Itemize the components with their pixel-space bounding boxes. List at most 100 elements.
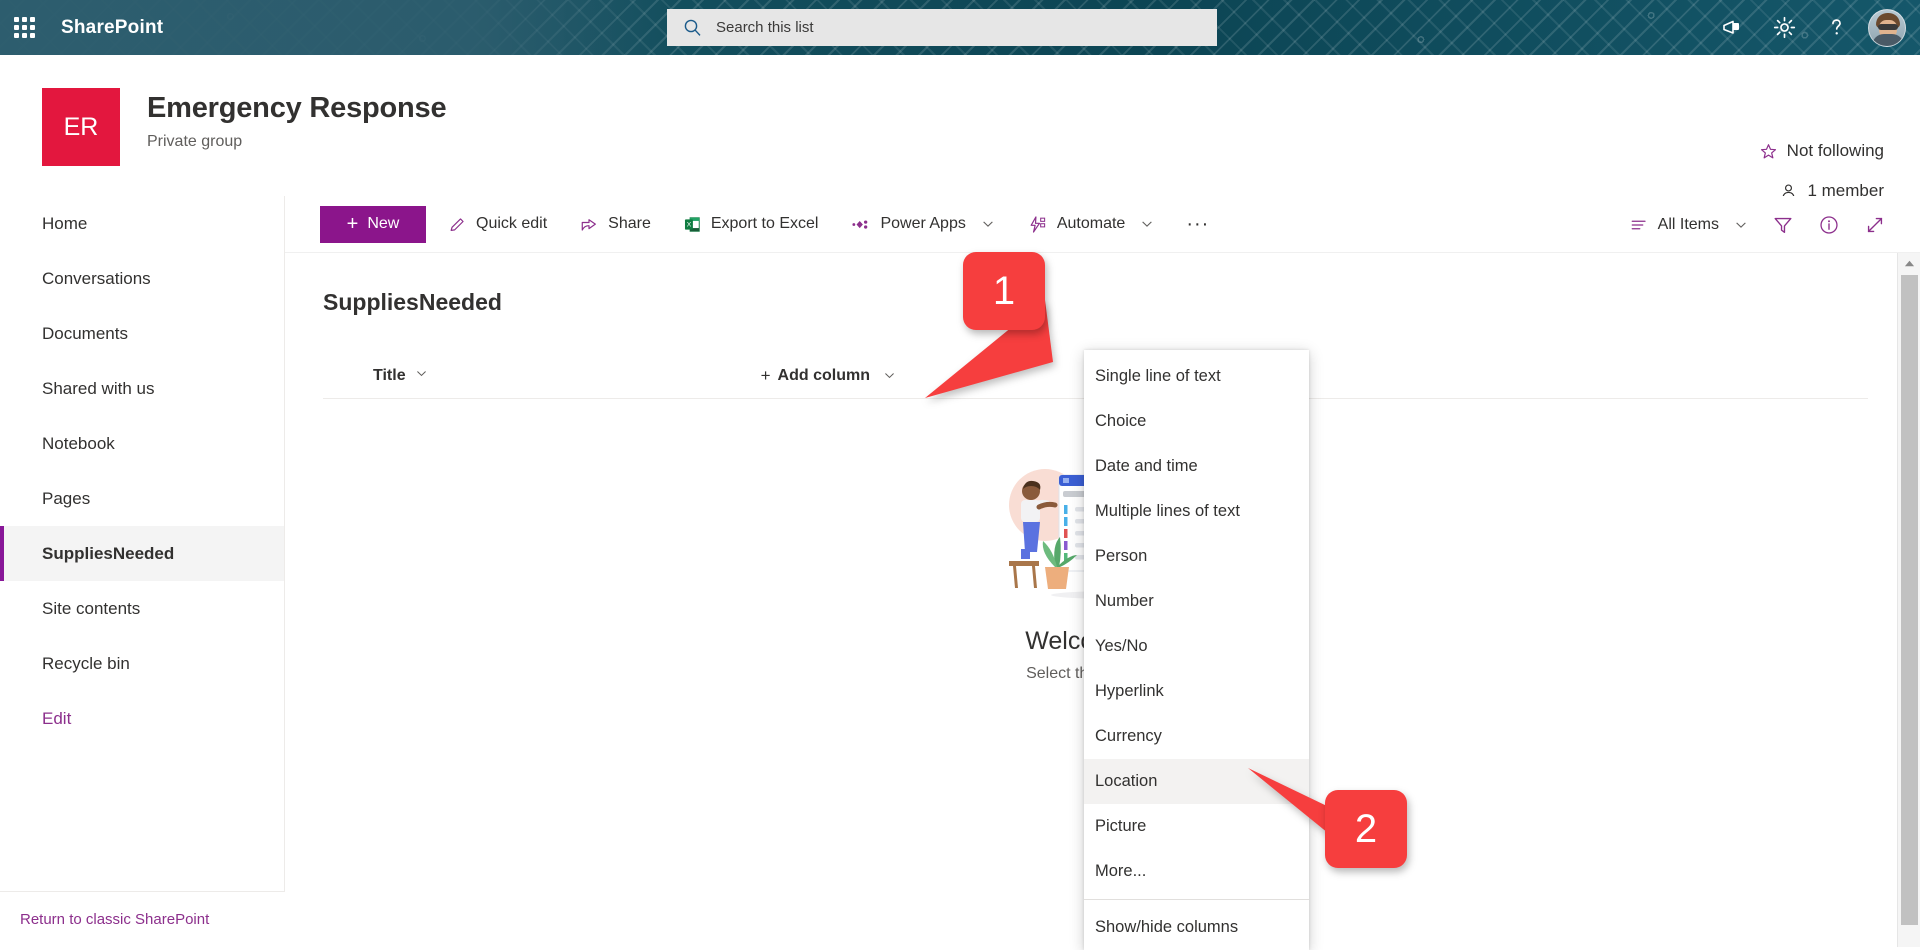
menu-item-label: Location: [1095, 772, 1158, 790]
svg-text:X: X: [687, 221, 692, 228]
avatar-body: [1872, 33, 1904, 46]
pencil-icon: [450, 217, 464, 231]
power-apps-icon: [852, 219, 868, 229]
chevron-down-icon: [883, 369, 896, 382]
list-title: SuppliesNeeded: [323, 289, 502, 315]
sidebar-item-label: Shared with us: [42, 378, 155, 398]
menu-item-hyperlink[interactable]: Hyperlink: [1084, 669, 1309, 714]
sidebar-item-label: Pages: [42, 488, 91, 508]
menu-item-label: Multiple lines of text: [1095, 502, 1240, 520]
menu-item-label: Picture: [1095, 817, 1147, 835]
menu-item-currency[interactable]: Currency: [1084, 714, 1309, 759]
quick-edit-label: Quick edit: [476, 215, 548, 232]
menu-item-label: Date and time: [1095, 457, 1198, 475]
classic-sharepoint-footer: Return to classic SharePoint: [0, 891, 285, 947]
menu-item-label: Person: [1095, 547, 1148, 565]
sidebar-item-site-contents[interactable]: Site contents: [0, 581, 284, 636]
user-avatar[interactable]: [1868, 8, 1906, 47]
add-column-label: Add column: [777, 366, 870, 384]
add-column-button[interactable]: + Add column: [751, 357, 906, 395]
sidebar-item-home[interactable]: Home: [0, 196, 284, 251]
menu-divider: [1084, 899, 1309, 900]
quick-edit-button[interactable]: Quick edit: [438, 204, 557, 244]
follow-button[interactable]: Not following: [1759, 141, 1884, 161]
add-column-type-menu: Single line of text Choice Date and time…: [1084, 350, 1309, 950]
menu-item-person[interactable]: Person: [1084, 534, 1309, 579]
search-input[interactable]: [716, 19, 1176, 36]
view-label: All Items: [1657, 215, 1719, 233]
follow-label: Not following: [1786, 141, 1884, 160]
scroll-up-arrow-icon[interactable]: [1898, 253, 1920, 273]
info-icon[interactable]: [1808, 205, 1850, 245]
plus-icon: +: [346, 213, 359, 235]
callout-marker-2: 2: [1325, 790, 1407, 868]
sidebar-item-suppliesneeded[interactable]: SuppliesNeeded: [0, 526, 284, 581]
sidebar-item-label: Conversations: [42, 268, 151, 288]
suite-bar-right: [1708, 0, 1912, 55]
sidebar-item-label: Edit: [42, 708, 72, 728]
site-header: ER Emergency Response Private group Not …: [0, 55, 1920, 200]
column-header-title[interactable]: Title: [363, 357, 438, 395]
menu-item-label: Number: [1095, 592, 1154, 610]
menu-item-label: Currency: [1095, 727, 1162, 745]
export-to-excel-button[interactable]: X Export to Excel: [673, 204, 829, 244]
callout-marker-1: 1: [963, 252, 1045, 330]
suite-bar: SharePoint: [0, 0, 1920, 55]
menu-item-label: Choice: [1095, 412, 1147, 430]
sidebar-item-label: Home: [42, 213, 88, 233]
gear-icon[interactable]: [1760, 4, 1808, 52]
sidebar-item-recycle-bin[interactable]: Recycle bin: [0, 636, 284, 691]
help-icon[interactable]: [1812, 4, 1860, 52]
menu-item-number[interactable]: Number: [1084, 579, 1309, 624]
sidebar-item-label: Documents: [42, 323, 128, 343]
scrollbar-thumb[interactable]: [1901, 275, 1918, 925]
menu-item-date-and-time[interactable]: Date and time: [1084, 444, 1309, 489]
new-button[interactable]: + New: [320, 205, 426, 243]
search-box[interactable]: [667, 9, 1217, 46]
menu-item-yes-no[interactable]: Yes/No: [1084, 624, 1309, 669]
vertical-scrollbar[interactable]: [1897, 253, 1920, 947]
filter-icon[interactable]: [1762, 205, 1804, 245]
chevron-down-icon: [1140, 217, 1154, 231]
waffle-grid: [13, 17, 35, 38]
sidebar-item-conversations[interactable]: Conversations: [0, 251, 284, 306]
menu-item-choice[interactable]: Choice: [1084, 399, 1309, 444]
share-label: Share: [608, 215, 651, 232]
power-apps-button[interactable]: Power Apps: [840, 204, 1004, 244]
automate-button[interactable]: Automate: [1017, 204, 1164, 244]
megaphone-icon[interactable]: [1708, 4, 1756, 52]
menu-item-show-hide-columns[interactable]: Show/hide columns: [1084, 905, 1309, 950]
callout-number: 1: [992, 268, 1016, 313]
chevron-down-icon: [415, 367, 428, 385]
export-to-excel-label: Export to Excel: [710, 215, 819, 232]
sidebar-item-notebook[interactable]: Notebook: [0, 416, 284, 471]
menu-item-more[interactable]: More...: [1084, 849, 1309, 894]
sharepoint-brand[interactable]: SharePoint: [61, 17, 163, 39]
search-icon: [684, 19, 701, 36]
site-title[interactable]: Emergency Response: [147, 92, 447, 125]
more-commands-button[interactable]: ···: [1174, 204, 1221, 244]
share-button[interactable]: Share: [569, 204, 661, 244]
app-launcher-icon[interactable]: [0, 0, 48, 55]
power-apps-label: Power Apps: [880, 215, 966, 232]
sidebar-item-documents[interactable]: Documents: [0, 306, 284, 361]
chevron-down-icon: [981, 217, 995, 231]
menu-item-single-line-of-text[interactable]: Single line of text: [1084, 354, 1309, 399]
menu-item-label: More...: [1095, 862, 1147, 880]
sidebar-item-shared-with-us[interactable]: Shared with us: [0, 361, 284, 416]
expand-icon[interactable]: [1854, 205, 1896, 245]
menu-item-label: Hyperlink: [1095, 682, 1164, 700]
return-to-classic-link[interactable]: Return to classic SharePoint: [20, 911, 209, 928]
site-logo[interactable]: ER: [42, 88, 120, 166]
share-icon: [581, 218, 597, 231]
command-bar-right: All Items: [1615, 196, 1896, 253]
suite-bar-left: SharePoint: [0, 0, 680, 55]
sidebar-item-label: SuppliesNeeded: [42, 543, 175, 563]
sidebar-item-pages[interactable]: Pages: [0, 471, 284, 526]
sidebar-item-edit[interactable]: Edit: [0, 691, 284, 746]
list-view-icon: [1631, 220, 1646, 229]
menu-item-multiple-lines-of-text[interactable]: Multiple lines of text: [1084, 489, 1309, 534]
chevron-down-icon: [1734, 218, 1748, 232]
view-selector-button[interactable]: All Items: [1619, 205, 1758, 245]
plus-icon: +: [760, 365, 771, 385]
